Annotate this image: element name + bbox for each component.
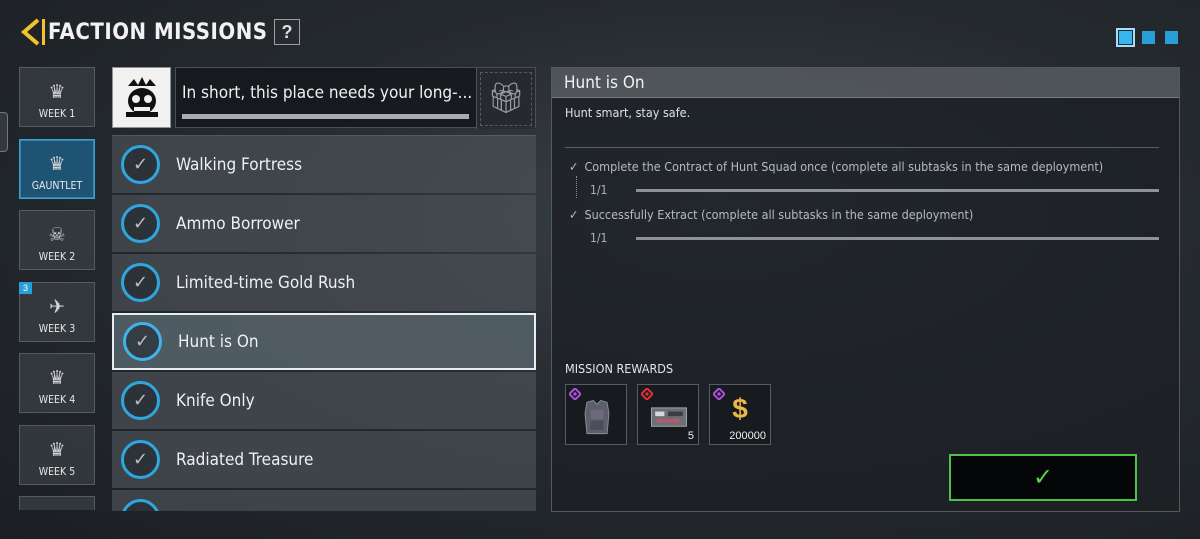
- completed-check-icon: ✓: [121, 204, 160, 243]
- task-check-icon: ✓: [569, 207, 579, 222]
- completed-check-icon: ✓: [121, 440, 160, 479]
- faction-emblem-icon: ♛: [48, 82, 66, 103]
- page-title: FACTION MISSIONS: [48, 19, 268, 45]
- page-dot-2[interactable]: [1142, 31, 1155, 44]
- week-list: ♛ WEEK 1 ♛ GAUNTLET ☠ WEEK 2 3 ✈ WEEK 3 …: [19, 67, 96, 510]
- reward-item[interactable]: [565, 384, 627, 445]
- mission-name: Radiated Treasure: [176, 449, 314, 470]
- faction-emblem-icon: ♛: [48, 153, 66, 175]
- week-tab-1[interactable]: ♛ WEEK 1: [19, 67, 95, 127]
- subtask-progress: 1/1: [590, 231, 608, 245]
- week-label: WEEK 4: [38, 394, 76, 406]
- mission-item-selected[interactable]: ✓ Hunt is On: [112, 313, 536, 370]
- mission-item[interactable]: ✓ Limited-time Gold Rush: [112, 254, 536, 311]
- mission-name: Hunt is On: [178, 331, 259, 352]
- week-tab-4[interactable]: ♛ WEEK 4: [19, 353, 95, 413]
- week-label: WEEK 3: [38, 322, 76, 335]
- faction-quote-box[interactable]: In short, this place needs your long-...…: [175, 67, 536, 129]
- faction-banner: In short, this place needs your long-...…: [112, 67, 536, 129]
- subtask-1: ✓ Complete the Contract of Hunt Squad onc…: [569, 159, 1103, 174]
- faction-progress-bar: [182, 114, 469, 119]
- faction-quote: In short, this place needs your long-...: [182, 83, 473, 103]
- checkmark-icon: ✓: [1032, 464, 1054, 491]
- completed-check-icon: ✓: [121, 145, 160, 184]
- completed-check-icon: ✓: [121, 499, 160, 511]
- week-label: WEEK 5: [38, 465, 76, 478]
- mission-item[interactable]: ✓ Knife Only: [112, 372, 536, 429]
- reward-item[interactable]: 5: [637, 384, 699, 445]
- side-drawer-tab[interactable]: [0, 112, 8, 152]
- mission-description: Hunt smart, stay safe.: [565, 105, 691, 120]
- faction-emblem-icon: ♛: [48, 439, 66, 461]
- week-tab-3[interactable]: 3 ✈ WEEK 3: [19, 281, 95, 342]
- reward-quantity: 200000: [729, 430, 766, 442]
- help-button[interactable]: ?: [274, 19, 300, 45]
- skull-emblem-icon: ☠: [48, 225, 66, 246]
- mission-name: Walking Fortress: [176, 154, 303, 175]
- subtask-2: ✓ Successfully Extract (complete all subt…: [569, 207, 973, 222]
- page-dot-1[interactable]: [1116, 28, 1135, 47]
- gift-icon: 🎁︎: [480, 71, 532, 126]
- gift-reward-button[interactable]: 🎁︎: [476, 68, 535, 129]
- week-tab-5[interactable]: ♛ WEEK 5: [19, 424, 95, 485]
- header: FACTION MISSIONS: [18, 14, 268, 50]
- notification-badge: 3: [19, 281, 32, 294]
- page-dot-3[interactable]: [1165, 31, 1178, 44]
- mission-name: Knife Only: [176, 390, 255, 411]
- week-label: WEEK 2: [38, 251, 76, 263]
- divider: [565, 147, 1159, 148]
- completed-check-icon: ✓: [121, 381, 160, 420]
- mission-detail-panel: Hunt is On Hunt smart, stay safe. ✓ Compl…: [551, 67, 1180, 512]
- mission-item-partial[interactable]: ✓: [112, 490, 536, 511]
- currency-icon: $: [732, 393, 748, 424]
- subtask-progress-bar: [636, 237, 1159, 240]
- back-arrow-icon[interactable]: [18, 16, 46, 48]
- task-check-icon: ✓: [569, 159, 579, 174]
- page-indicator: [1116, 28, 1178, 47]
- reward-quantity: 5: [687, 430, 694, 442]
- faction-emblem-icon: ♛: [48, 368, 66, 389]
- mission-detail-title: Hunt is On: [552, 68, 1179, 98]
- mission-name: Limited-time Gold Rush: [176, 272, 356, 293]
- mission-item[interactable]: ✓ Walking Fortress: [112, 136, 536, 193]
- completed-check-icon: ✓: [121, 263, 160, 302]
- completed-check-icon: ✓: [123, 322, 162, 361]
- mission-item[interactable]: ✓ Radiated Treasure: [112, 431, 536, 488]
- subtask-progress-bar: [636, 189, 1159, 192]
- week-tab-2[interactable]: ☠ WEEK 2: [19, 210, 95, 270]
- mission-item[interactable]: ✓ Ammo Borrower: [112, 195, 536, 252]
- week-tab-gauntlet[interactable]: ♛ GAUNTLET: [19, 138, 95, 199]
- week-label: WEEK 1: [38, 108, 76, 120]
- rewards-heading: MISSION REWARDS: [565, 361, 674, 376]
- subtask-text: Complete the Contract of Hunt Squad once…: [584, 159, 1104, 174]
- subtask-progress: 1/1: [590, 183, 608, 197]
- mission-list[interactable]: ✓ Walking Fortress ✓ Ammo Borrower ✓ Lim…: [112, 135, 536, 511]
- crowned-skull-icon: [112, 67, 171, 128]
- reward-item[interactable]: $ 200000: [709, 384, 771, 445]
- mission-name: Ammo Borrower: [176, 213, 300, 234]
- claim-button[interactable]: ✓: [949, 454, 1137, 501]
- armor-vest-icon: [584, 400, 610, 435]
- subtask-text: Successfully Extract (complete all subta…: [584, 207, 974, 222]
- week-label: GAUNTLET: [31, 179, 83, 192]
- wings-emblem-icon: ✈: [49, 296, 65, 318]
- task-connector: [576, 176, 577, 198]
- week-tab-partial[interactable]: [19, 496, 95, 510]
